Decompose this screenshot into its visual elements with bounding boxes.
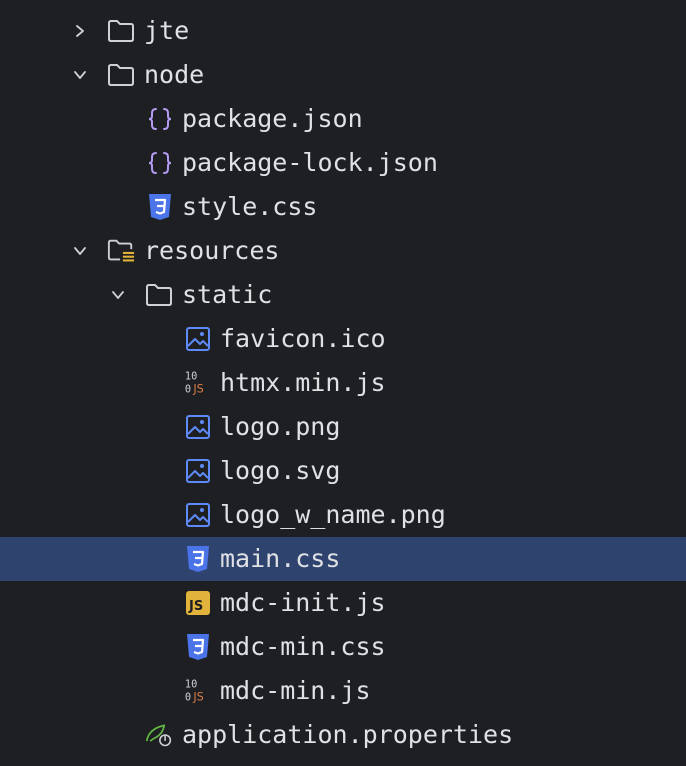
folder-icon (107, 61, 135, 89)
svg-text:JS: JS (192, 382, 203, 395)
tree-item-label: htmx.min.js (220, 368, 386, 397)
css-icon (184, 633, 212, 661)
tree-item-logo-w-name-png[interactable]: logo_w_name.png (0, 493, 686, 537)
tree-item-label: resources (144, 236, 280, 265)
tree-item-static[interactable]: static (0, 273, 686, 317)
tree-item-logo-png[interactable]: logo.png (0, 405, 686, 449)
css-icon (184, 545, 212, 573)
tree-item-label: application.properties (182, 720, 514, 749)
tree-item-mdc-min-css[interactable]: mdc-min.css (0, 625, 686, 669)
tree-item-logo-svg[interactable]: logo.svg (0, 449, 686, 493)
svg-text:JS: JS (188, 599, 203, 614)
spring-properties-icon (145, 721, 173, 749)
tree-item-label: jte (144, 16, 190, 45)
chevron-down-icon[interactable] (70, 241, 90, 261)
tree-item-label: mdc-init.js (220, 588, 386, 617)
tree-item-label: logo.png (220, 412, 341, 441)
json-icon (146, 149, 174, 177)
svg-text:10: 10 (185, 370, 197, 382)
json-icon (146, 105, 174, 133)
tree-item-label: mdc-min.css (220, 632, 386, 661)
image-icon (184, 325, 212, 353)
tree-item-label: logo_w_name.png (220, 500, 446, 529)
tree-item-label: package.json (182, 104, 363, 133)
folder-icon (145, 281, 173, 309)
tree-item-mdc-init-js[interactable]: JS mdc-init.js (0, 581, 686, 625)
tree-item-style-css[interactable]: style.css (0, 185, 686, 229)
tree-item-label: style.css (182, 192, 318, 221)
tree-item-main-css[interactable]: main.css (0, 537, 686, 581)
tree-item-application-properties[interactable]: application.properties (0, 713, 686, 757)
javascript-icon: JS (184, 589, 212, 617)
tree-item-label: node (144, 60, 205, 89)
tree-item-jte[interactable]: jte (0, 9, 686, 53)
tree-item-mdc-min-js[interactable]: 10 0 JS mdc-min.js (0, 669, 686, 713)
tree-item-label: mdc-min.js (220, 676, 371, 705)
project-tree[interactable]: jte node package.json package-lock.json … (0, 9, 686, 757)
svg-text:0: 0 (185, 383, 191, 395)
tree-item-htmx-min-js[interactable]: 10 0 JS htmx.min.js (0, 361, 686, 405)
chevron-right-icon[interactable] (70, 21, 90, 41)
tree-item-label: favicon.ico (220, 324, 386, 353)
chevron-down-icon[interactable] (70, 65, 90, 85)
image-icon (184, 501, 212, 529)
minified-js-icon: 10 0 JS (184, 369, 212, 397)
tree-item-favicon-ico[interactable]: favicon.ico (0, 317, 686, 361)
tree-item-resources[interactable]: resources (0, 229, 686, 273)
minified-js-icon: 10 0 JS (184, 677, 212, 705)
image-icon (184, 413, 212, 441)
svg-text:0: 0 (185, 691, 191, 703)
tree-item-label: static (182, 280, 273, 309)
css-icon (146, 193, 174, 221)
image-icon (184, 457, 212, 485)
folder-icon (107, 17, 135, 45)
tree-item-label: package-lock.json (182, 148, 438, 177)
svg-text:JS: JS (192, 690, 203, 703)
tree-item-package-json[interactable]: package.json (0, 97, 686, 141)
resources-folder-icon (107, 237, 135, 265)
svg-text:10: 10 (185, 678, 197, 690)
tree-item-package-lock-json[interactable]: package-lock.json (0, 141, 686, 185)
tree-item-label: logo.svg (220, 456, 341, 485)
tree-item-node[interactable]: node (0, 53, 686, 97)
tree-item-label: main.css (220, 544, 341, 573)
chevron-down-icon[interactable] (108, 285, 128, 305)
